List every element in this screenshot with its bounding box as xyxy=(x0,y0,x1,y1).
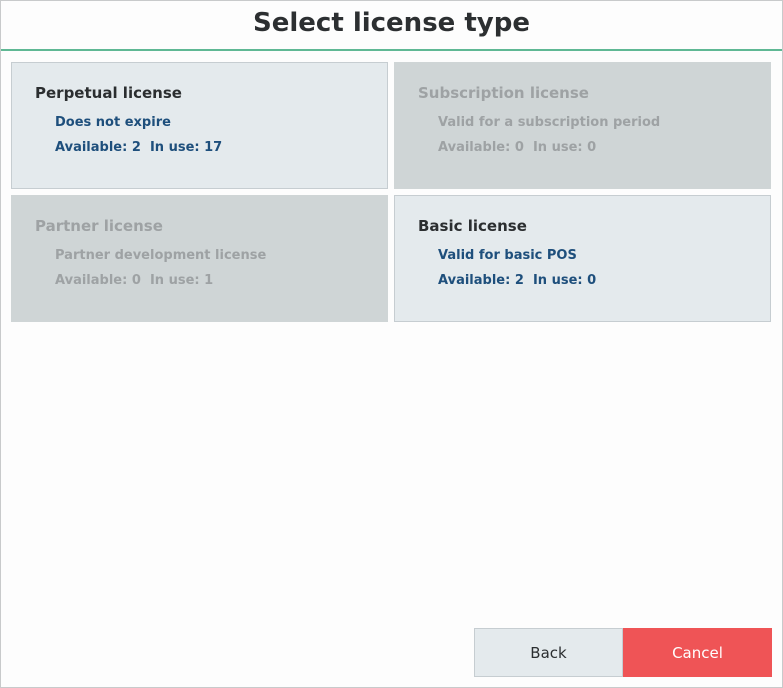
dialog-header: Select license type xyxy=(1,1,782,51)
license-card-description: Valid for basic POS xyxy=(438,248,577,263)
available-count: 2 xyxy=(131,140,141,155)
available-count: 2 xyxy=(514,273,524,288)
license-card-counts: Available: 2 In use: 17 xyxy=(55,140,222,155)
available-label: Available: xyxy=(55,140,128,155)
in-use-count: 17 xyxy=(204,140,223,155)
available-label: Available: xyxy=(438,273,511,288)
available-count: 0 xyxy=(514,140,524,155)
license-card-description: Partner development license xyxy=(55,248,267,263)
license-card-partner: Partner license Partner development lice… xyxy=(11,195,388,322)
in-use-label: In use: xyxy=(532,140,583,155)
in-use-count: 0 xyxy=(587,140,597,155)
license-card-counts: Available: 2 In use: 0 xyxy=(438,273,596,288)
license-card-title: Partner license xyxy=(35,217,163,235)
license-card-description: Does not expire xyxy=(55,115,171,130)
license-card-title: Perpetual license xyxy=(35,84,182,102)
in-use-label: In use: xyxy=(149,140,200,155)
license-card-subscription: Subscription license Valid for a subscri… xyxy=(394,62,771,189)
available-label: Available: xyxy=(438,140,511,155)
license-card-perpetual[interactable]: Perpetual license Does not expire Availa… xyxy=(11,62,388,189)
cancel-button[interactable]: Cancel xyxy=(623,628,772,677)
available-label: Available: xyxy=(55,273,128,288)
dialog-title: Select license type xyxy=(253,8,530,38)
license-card-title: Subscription license xyxy=(418,84,589,102)
license-card-title: Basic license xyxy=(418,217,527,235)
back-button[interactable]: Back xyxy=(474,628,623,677)
in-use-count: 1 xyxy=(204,273,214,288)
license-card-counts: Available: 0 In use: 0 xyxy=(438,140,596,155)
license-dialog: Select license type Perpetual license Do… xyxy=(0,0,783,688)
license-card-basic[interactable]: Basic license Valid for basic POS Availa… xyxy=(394,195,771,322)
license-card-description: Valid for a subscription period xyxy=(438,115,661,130)
in-use-label: In use: xyxy=(149,273,200,288)
in-use-count: 0 xyxy=(587,273,597,288)
available-count: 0 xyxy=(131,273,141,288)
license-card-counts: Available: 0 In use: 1 xyxy=(55,273,213,288)
in-use-label: In use: xyxy=(532,273,583,288)
